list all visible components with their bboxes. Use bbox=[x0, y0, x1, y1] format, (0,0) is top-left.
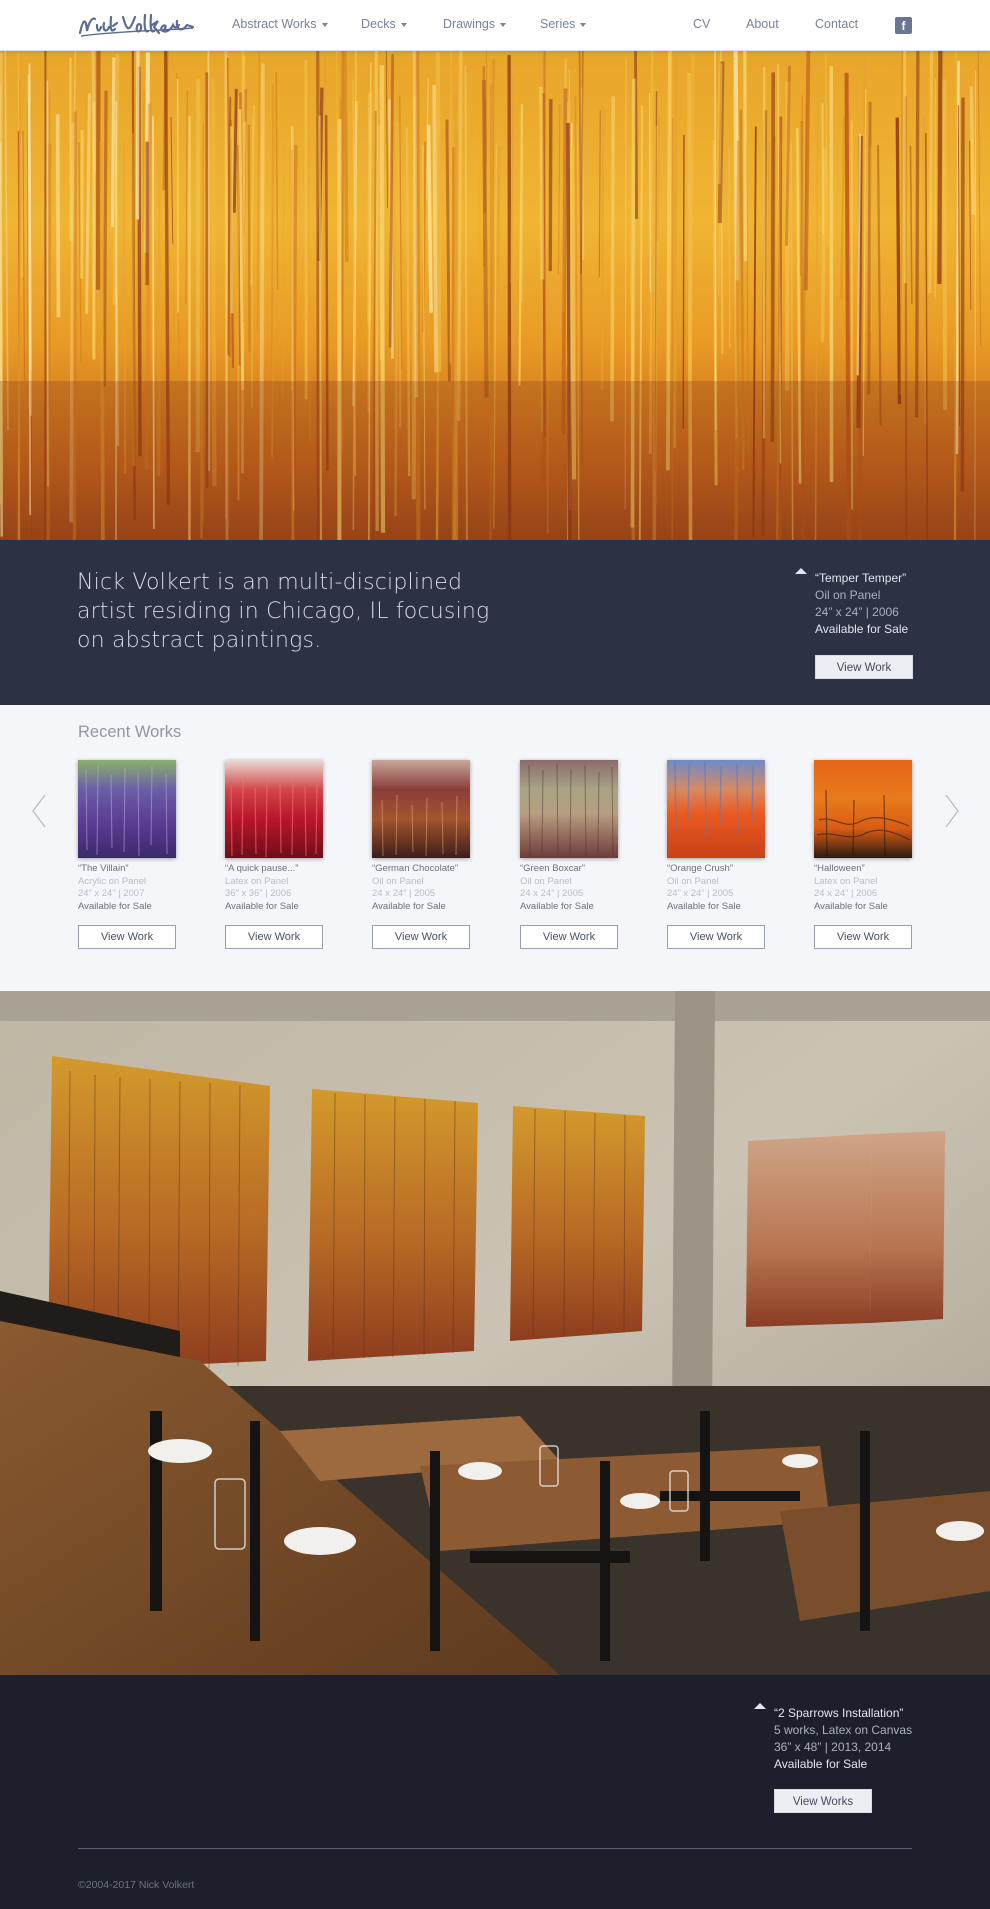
recent-works-heading: Recent Works bbox=[78, 723, 182, 741]
view-works-button[interactable]: View Works bbox=[774, 1789, 872, 1813]
work-thumbnail-texture bbox=[381, 794, 458, 857]
work-card: “Green Boxcar” Oil on Panel 24 x 24” | 2… bbox=[520, 760, 618, 949]
work-medium: Latex on Panel bbox=[225, 875, 289, 887]
work-thumbnail[interactable] bbox=[225, 760, 323, 858]
nav-label: Series bbox=[540, 17, 576, 31]
footer-divider bbox=[78, 1848, 912, 1849]
work-card: “A quick pause...” Latex on Panel 36” x … bbox=[225, 760, 323, 949]
copyright-text: ©2004-2017 Nick Volkert bbox=[78, 1879, 195, 1891]
work-medium: Oil on Panel bbox=[667, 875, 719, 887]
work-card: “Halloween” Latex on Panel 24 x 24” | 20… bbox=[814, 760, 912, 949]
work-medium: Oil on Panel bbox=[372, 875, 424, 887]
work-medium: Acrylic on Panel bbox=[78, 875, 147, 887]
work-availability: Available for Sale bbox=[372, 900, 446, 912]
featured-work-caption: “Temper Temper” Oil on Panel 24” x 24” |… bbox=[815, 570, 908, 638]
work-thumbnail-texture bbox=[85, 764, 168, 857]
work-thumbnail-texture bbox=[230, 777, 318, 858]
nav-decks[interactable]: Decks bbox=[361, 17, 407, 31]
nav-about[interactable]: About bbox=[746, 17, 779, 31]
nav-label: Drawings bbox=[443, 17, 496, 31]
work-availability: Available for Sale bbox=[667, 900, 741, 912]
artist-tagline: Nick Volkert is an multi-disciplined art… bbox=[77, 570, 490, 653]
caret-down-icon bbox=[400, 22, 407, 27]
installation-availability: Available for Sale bbox=[774, 1757, 868, 1771]
work-medium: Latex on Panel bbox=[814, 875, 878, 887]
work-thumbnail[interactable] bbox=[520, 760, 618, 858]
work-medium: Oil on Panel bbox=[520, 875, 572, 887]
view-work-button[interactable]: View Work bbox=[372, 925, 470, 949]
work-card: “German Chocolate” Oil on Panel 24 x 24”… bbox=[372, 760, 470, 949]
installation-details: 36” x 48” | 2013, 2014 bbox=[774, 1740, 892, 1754]
work-thumbnail[interactable] bbox=[78, 760, 176, 858]
view-work-button[interactable]: View Work bbox=[520, 925, 618, 949]
work-title: “The Villain” bbox=[78, 863, 129, 874]
work-availability: Available for Sale bbox=[814, 900, 888, 912]
work-title: “Green Boxcar” bbox=[520, 863, 585, 874]
hero-painting bbox=[0, 51, 990, 540]
nav-label: Abstract Works bbox=[232, 17, 317, 31]
caret-up-icon[interactable] bbox=[754, 1703, 766, 1709]
work-availability: Available for Sale bbox=[225, 900, 299, 912]
chevron-left-icon[interactable] bbox=[30, 793, 48, 829]
featured-work-details: 24” x 24” | 2006 bbox=[815, 605, 899, 619]
work-size: 24 x 24” | 2005 bbox=[372, 888, 436, 899]
installation-caption: “2 Sparrows Installation” 5 works, Latex… bbox=[774, 1705, 912, 1773]
work-card: “The Villain” Acrylic on Panel 24” x 24”… bbox=[78, 760, 176, 949]
nav-abstract-works[interactable]: Abstract Works bbox=[232, 17, 328, 31]
work-size: 24” x 24” | 2007 bbox=[78, 888, 145, 899]
nav-series[interactable]: Series bbox=[540, 17, 587, 31]
work-thumbnail-texture bbox=[528, 763, 614, 857]
installation-photo-scene bbox=[0, 991, 990, 1675]
caret-down-icon bbox=[500, 22, 507, 27]
chevron-right-icon[interactable] bbox=[943, 793, 961, 829]
work-title: “Orange Crush” bbox=[667, 863, 733, 874]
caret-down-icon bbox=[321, 22, 328, 27]
nav-label: Decks bbox=[361, 17, 396, 31]
work-size: 36” x 36” | 2006 bbox=[225, 888, 292, 899]
featured-work-title: “Temper Temper” bbox=[815, 571, 907, 585]
recent-works-section: Recent Works “The Villain” Acrylic on Pa… bbox=[0, 705, 990, 991]
featured-work-medium: Oil on Panel bbox=[815, 588, 881, 602]
top-navbar: Abstract Works Decks Drawings Series CV … bbox=[0, 0, 990, 51]
work-title: “German Chocolate” bbox=[372, 863, 459, 874]
facebook-icon[interactable]: f bbox=[895, 17, 912, 34]
caret-down-icon bbox=[580, 22, 587, 27]
work-size: 24” x 24” | 2005 bbox=[667, 888, 734, 899]
nav-contact[interactable]: Contact bbox=[815, 17, 858, 31]
view-work-button[interactable]: View Work bbox=[815, 655, 913, 679]
work-title: “Halloween” bbox=[814, 863, 865, 874]
nav-cv[interactable]: CV bbox=[693, 17, 710, 31]
intro-band: Nick Volkert is an multi-disciplined art… bbox=[0, 540, 990, 705]
work-card: “Orange Crush” Oil on Panel 24” x 24” | … bbox=[667, 760, 765, 949]
installation-title: “2 Sparrows Installation” bbox=[774, 1706, 904, 1720]
featured-work-availability: Available for Sale bbox=[815, 622, 909, 636]
view-work-button[interactable]: View Work bbox=[667, 925, 765, 949]
work-availability: Available for Sale bbox=[520, 900, 594, 912]
hero-painting-texture bbox=[0, 51, 990, 540]
view-work-button[interactable]: View Work bbox=[78, 925, 176, 949]
work-thumbnail-texture bbox=[816, 789, 911, 857]
work-size: 24 x 24” | 2006 bbox=[814, 888, 878, 899]
work-thumbnail[interactable] bbox=[372, 760, 470, 858]
work-availability: Available for Sale bbox=[78, 900, 152, 912]
installation-photo bbox=[0, 991, 990, 1675]
nav-drawings[interactable]: Drawings bbox=[443, 17, 507, 31]
footer: “2 Sparrows Installation” 5 works, Latex… bbox=[0, 1675, 990, 1909]
caret-up-icon[interactable] bbox=[795, 568, 807, 574]
view-work-button[interactable]: View Work bbox=[814, 925, 912, 949]
work-size: 24 x 24” | 2005 bbox=[520, 888, 584, 899]
logo[interactable] bbox=[77, 9, 195, 41]
work-thumbnail[interactable] bbox=[667, 760, 765, 858]
work-thumbnail-texture bbox=[674, 761, 754, 839]
work-title: “A quick pause...” bbox=[225, 863, 299, 874]
installation-medium: 5 works, Latex on Canvas bbox=[774, 1723, 913, 1737]
view-work-button[interactable]: View Work bbox=[225, 925, 323, 949]
work-thumbnail[interactable] bbox=[814, 760, 912, 858]
